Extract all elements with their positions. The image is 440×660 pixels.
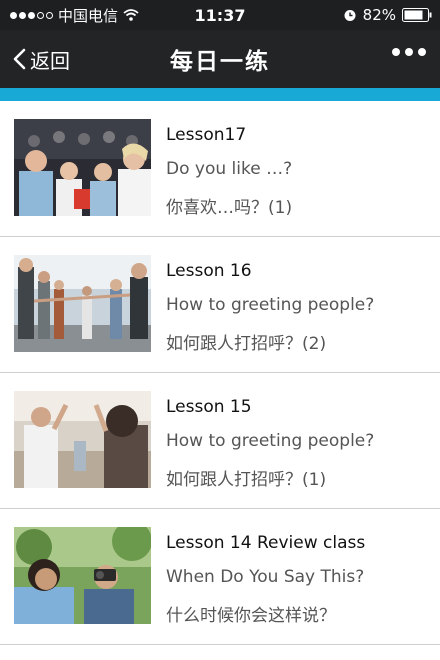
lesson-english-subtitle: How to greeting people? (166, 431, 375, 451)
back-label: 返回 (30, 48, 70, 73)
carrier-label: 中国电信 (58, 6, 119, 25)
lesson-title: Lesson 14 Review class (166, 533, 366, 553)
lesson-chinese-subtitle: 你喜欢…吗？(1) (166, 198, 293, 218)
lesson-english-subtitle: How to greeting people? (166, 295, 375, 315)
status-bar: 中国电信 11:37 82% (0, 0, 440, 30)
lesson-item[interactable]: Lesson 16 How to greeting people? 如何跟人打招… (0, 237, 440, 373)
lesson-item[interactable]: Lesson 15 How to greeting people? 如何跟人打招… (0, 373, 440, 509)
accent-strip (0, 88, 440, 101)
lesson-text: Lesson 16 How to greeting people? 如何跟人打招… (166, 261, 434, 355)
lesson-item[interactable]: Lesson 14 Review class When Do You Say T… (0, 509, 440, 645)
signal-dots-icon (10, 11, 53, 19)
lesson-title: Lesson17 (166, 125, 247, 145)
waving-people-photo-icon (14, 391, 151, 488)
lesson-chinese-subtitle: 如何跟人打招呼？(2) (166, 334, 327, 354)
navigation-bar: 返回 每日一练 (0, 30, 440, 88)
audience-photo-icon (14, 119, 151, 216)
lesson-list: Lesson17 Do you like …? 你喜欢…吗？(1) Lesson… (0, 101, 440, 645)
status-right: 82% (343, 6, 432, 24)
lesson-text: Lesson 15 How to greeting people? 如何跟人打招… (166, 397, 434, 491)
lesson-chinese-subtitle: 什么时候你会这样说？ (166, 606, 336, 626)
more-dots-icon[interactable] (392, 48, 426, 56)
alarm-icon (344, 10, 356, 21)
lesson-title: Lesson 15 (166, 397, 252, 417)
back-button[interactable]: 返回 (0, 30, 70, 88)
lesson-english-subtitle: Do you like …? (166, 159, 293, 179)
handshake-line-photo-icon (14, 255, 151, 352)
chevron-left-icon (13, 48, 26, 70)
lesson-english-subtitle: When Do You Say This? (166, 567, 365, 587)
lesson-text: Lesson 14 Review class When Do You Say T… (166, 533, 434, 627)
lesson-text: Lesson17 Do you like …? 你喜欢…吗？(1) (166, 125, 434, 219)
lesson-item[interactable]: Lesson17 Do you like …? 你喜欢…吗？(1) (0, 101, 440, 237)
photographer-photo-icon (14, 527, 151, 624)
battery-icon (402, 8, 432, 22)
wifi-icon (123, 9, 139, 21)
status-left: 中国电信 (10, 5, 139, 26)
lesson-chinese-subtitle: 如何跟人打招呼？(1) (166, 470, 327, 490)
battery-percent: 82% (362, 6, 396, 24)
lesson-title: Lesson 16 (166, 261, 252, 281)
